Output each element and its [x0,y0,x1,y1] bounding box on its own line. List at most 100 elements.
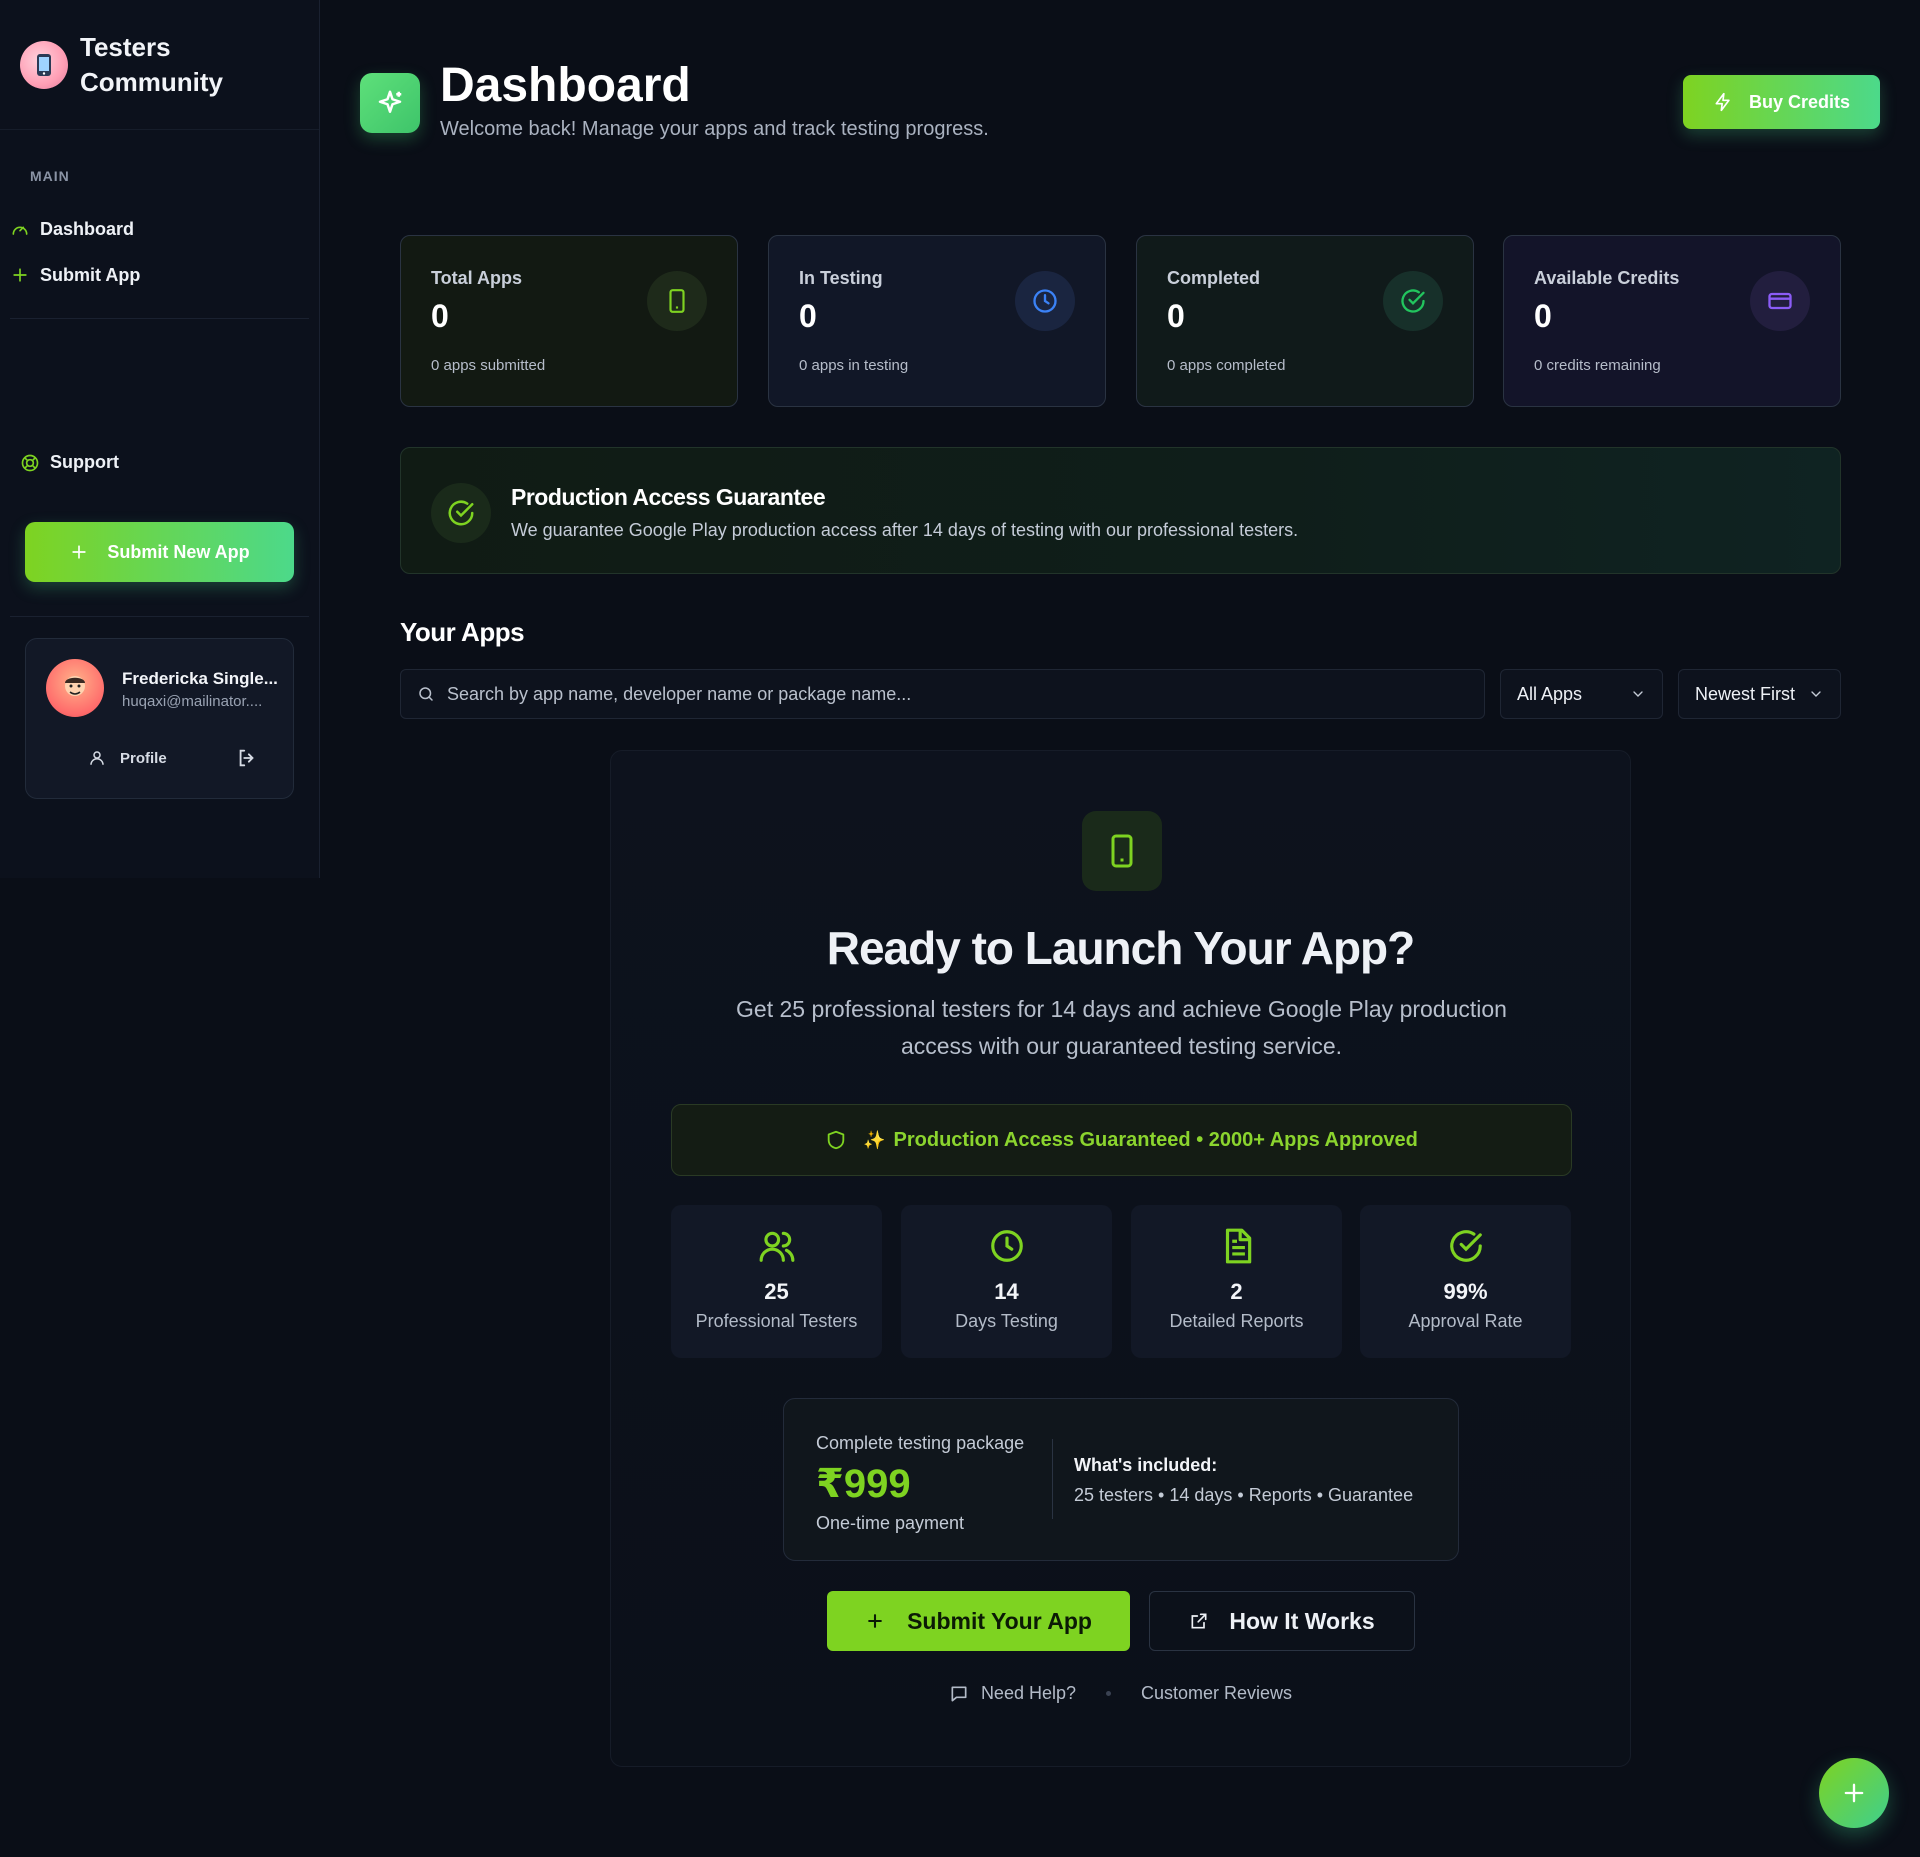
feature-label: Approval Rate [1408,1311,1523,1331]
package-label: Complete testing package [816,1433,1025,1453]
stat-label: Available Credits [1534,268,1680,288]
chevron-down-icon [1630,686,1646,702]
phone-icon [647,271,707,331]
feature-label: Days Testing [955,1311,1058,1331]
feature-card: 14 Days Testing [901,1205,1112,1358]
your-apps-title: Your Apps [400,617,525,647]
logout-button[interactable] [236,747,258,769]
sidebar-item-label: Submit App [40,264,141,285]
sort-value: Newest First [1695,683,1796,704]
sidebar-item-label: Dashboard [40,218,135,239]
sidebar-item-dashboard[interactable]: Dashboard [0,206,319,252]
bolt-icon [1713,92,1733,112]
sparkle-icon: ✨ [863,1129,886,1150]
how-it-works-label: How It Works [1229,1607,1375,1634]
customer-reviews-label: Customer Reviews [1141,1683,1293,1703]
guarantee-pill-text: Production Access Guaranteed • 2000+ App… [893,1128,1418,1151]
profile-label: Profile [120,749,167,767]
section-label-main: MAIN [30,168,70,184]
sidebar-item-support[interactable]: Support [20,452,119,473]
submit-your-app-label: Submit Your App [907,1607,1092,1634]
user-icon [88,749,106,767]
guarantee-title: Production Access Guarantee [511,484,826,510]
search-icon [417,685,435,703]
support-label: Support [50,452,119,472]
stat-card-available-credits: Available Credits 0 0 credits remaining [1503,235,1841,407]
plus-icon [865,1611,885,1631]
stat-sub: 0 credits remaining [1534,357,1661,374]
logout-icon [236,747,258,769]
package-included-text: 25 testers • 14 days • Reports • Guarant… [1074,1485,1414,1505]
sort-select[interactable]: Newest First [1678,669,1841,719]
plus-icon [1840,1779,1868,1807]
shield-icon [825,1129,847,1151]
chevron-down-icon [1808,686,1824,702]
phone-icon [1082,811,1162,891]
filter-select[interactable]: All Apps [1500,669,1663,719]
submit-new-app-button[interactable]: Submit New App [25,522,294,582]
plus-icon [69,542,89,562]
package-included-title: What's included: [1074,1455,1218,1475]
launch-title: Ready to Launch Your App? [826,922,1416,974]
sparkles-icon [375,88,405,118]
submit-new-app-label: Submit New App [107,541,250,562]
guarantee-text: We guarantee Google Play production acce… [511,520,1299,540]
help-links: Need Help? Customer Reviews [611,1683,1630,1704]
search-input[interactable] [447,683,1484,705]
lifebuoy-icon [20,453,40,473]
user-name: Fredericka Single... [122,669,278,688]
stat-sub: 0 apps submitted [431,357,546,374]
header-sparkle-badge [360,73,420,133]
launch-panel: Ready to Launch Your App? Get 25 profess… [610,750,1631,1767]
pricing-package: Complete testing package ₹999 One-time p… [783,1398,1459,1561]
stat-value: 0 [431,298,449,334]
customer-reviews-link[interactable]: Customer Reviews [1141,1683,1292,1704]
package-divider [1052,1439,1053,1519]
external-link-icon [1189,1611,1209,1631]
brand-name: Testers Community [80,31,223,97]
user-card: Fredericka Single... huqaxi@mailinator..… [25,638,294,799]
clock-icon [901,1227,1112,1265]
need-help-link[interactable]: Need Help? [949,1683,1076,1704]
filter-value: All Apps [1517,683,1583,704]
buy-credits-label: Buy Credits [1748,91,1851,112]
stat-value: 0 [799,298,817,334]
how-it-works-button[interactable]: How It Works [1149,1591,1415,1651]
check-circle-icon [1383,271,1443,331]
buy-credits-button[interactable]: Buy Credits [1683,75,1880,129]
clock-icon [1015,271,1075,331]
stat-card-in-testing: In Testing 0 0 apps in testing [768,235,1106,407]
stat-sub: 0 apps in testing [799,357,909,374]
stat-value: 0 [1167,298,1185,334]
sidebar-divider [10,616,309,617]
floating-add-button[interactable] [1819,1758,1889,1828]
plus-icon [10,265,30,285]
users-icon [671,1227,882,1265]
credit-card-icon [1750,271,1810,331]
stat-sub: 0 apps completed [1167,357,1286,374]
package-price: ₹999 [816,1462,911,1506]
feature-card: 25 Professional Testers [671,1205,882,1358]
stat-card-completed: Completed 0 0 apps completed [1136,235,1474,407]
feature-value: 14 [994,1279,1019,1304]
production-guarantee-banner: Production Access Guarantee We guarantee… [400,447,1841,574]
stat-value: 0 [1534,298,1552,334]
document-icon [1131,1227,1342,1265]
avatar[interactable] [46,659,104,717]
package-note: One-time payment [816,1513,965,1533]
feature-value: 2 [1230,1279,1243,1304]
stat-label: In Testing [799,268,883,288]
check-circle-icon [431,483,491,543]
brand-logo [20,40,68,89]
gauge-icon [10,219,30,239]
stat-label: Total Apps [431,268,522,288]
submit-your-app-button[interactable]: Submit Your App [827,1591,1130,1651]
sidebar-divider [10,318,309,319]
profile-link[interactable]: Profile [88,749,167,767]
feature-label: Professional Testers [695,1311,858,1331]
brand[interactable]: Testers Community [0,0,319,130]
sidebar: Testers Community MAIN Dashboard Submit … [0,0,320,878]
feature-value: 25 [764,1279,789,1304]
sidebar-item-submit-app[interactable]: Submit App [0,252,319,298]
chat-icon [949,1684,969,1704]
